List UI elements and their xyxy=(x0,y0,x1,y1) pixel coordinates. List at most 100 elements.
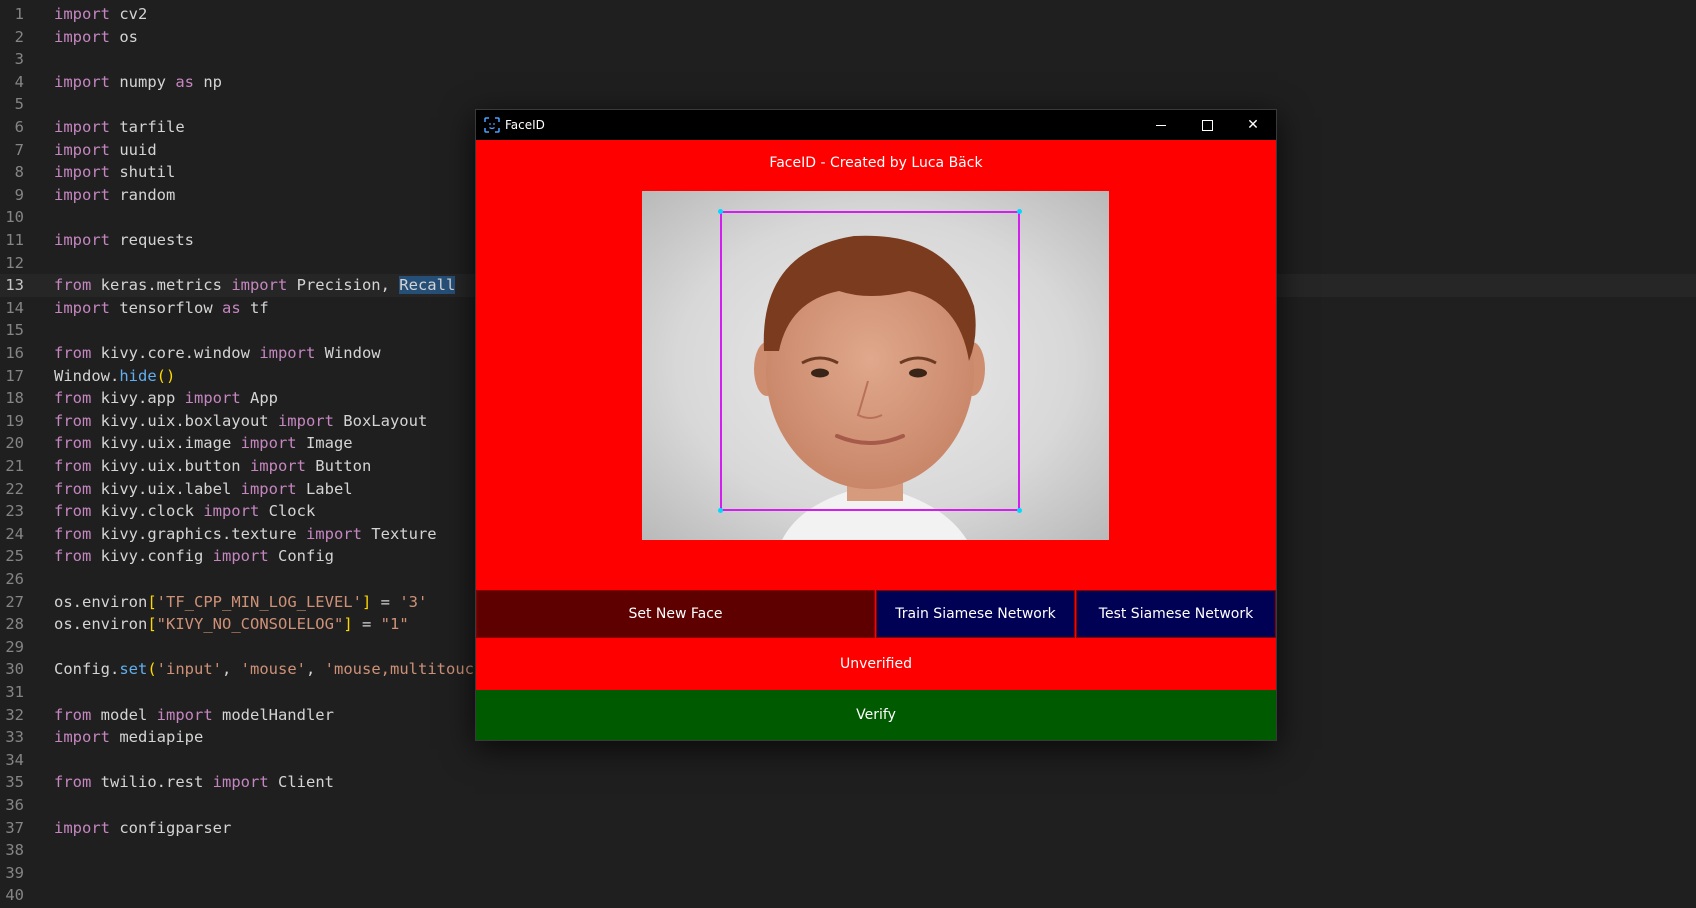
code-token: shutil xyxy=(110,163,176,182)
code-line[interactable]: 37 import configparser xyxy=(0,817,1696,840)
code-line[interactable]: 40 xyxy=(0,884,1696,907)
line-number: 23 xyxy=(5,502,24,521)
code-token: from xyxy=(54,547,92,566)
maximize-button[interactable] xyxy=(1184,110,1230,140)
code-line[interactable]: 34 xyxy=(0,749,1696,772)
line-number: 22 xyxy=(5,479,24,498)
box-corner xyxy=(1017,209,1022,214)
code-token: Recall xyxy=(399,276,456,295)
code-line[interactable]: 4 import numpy as np xyxy=(0,71,1696,94)
code-text: from kivy.core.window import Window xyxy=(54,342,381,365)
code-token: Client xyxy=(268,773,334,792)
box-corner xyxy=(718,508,723,513)
camera-feed xyxy=(642,191,1109,540)
code-text: import random xyxy=(54,184,175,207)
code-token: keras.metrics xyxy=(91,276,232,295)
test-network-button[interactable]: Test Siamese Network xyxy=(1076,590,1276,638)
code-text: from kivy.clock import Clock xyxy=(54,500,315,523)
close-button[interactable]: ✕ xyxy=(1230,110,1276,140)
title-bar[interactable]: FaceID ✕ xyxy=(476,110,1276,140)
code-token: from xyxy=(54,524,92,543)
code-line[interactable]: 39 xyxy=(0,862,1696,885)
code-token: kivy.uix.button xyxy=(91,457,250,475)
code-token: () xyxy=(156,366,176,385)
code-text: import tarfile xyxy=(54,116,185,139)
code-token: from xyxy=(54,479,92,498)
code-token: Config xyxy=(268,547,334,566)
code-token: import xyxy=(54,163,110,182)
line-number: 35 xyxy=(5,773,24,792)
minimize-button[interactable] xyxy=(1138,110,1184,140)
code-token: Config. xyxy=(54,660,120,679)
code-token: kivy.uix.label xyxy=(91,479,241,498)
line-number: 25 xyxy=(5,547,24,566)
line-number: 26 xyxy=(5,570,24,588)
line-number: 14 xyxy=(5,298,24,317)
line-number: 7 xyxy=(14,140,24,159)
line-number: 27 xyxy=(5,592,24,611)
line-number: 36 xyxy=(5,796,24,814)
code-line[interactable]: 38 xyxy=(0,839,1696,862)
code-token: import xyxy=(240,434,297,453)
code-text: import tensorflow as tf xyxy=(54,297,269,320)
code-token: twilio.rest xyxy=(91,773,213,792)
line-number: 40 xyxy=(5,886,24,905)
code-token: import xyxy=(212,547,269,566)
code-text: Config.set('input', 'mouse', 'mouse,mult… xyxy=(54,658,483,681)
code-token: from xyxy=(54,276,92,295)
line-number: 13 xyxy=(5,276,24,295)
train-network-button[interactable]: Train Siamese Network xyxy=(876,590,1075,638)
verification-status-label: Unverified xyxy=(840,656,912,672)
code-token: 'input' xyxy=(156,660,222,679)
code-token: import xyxy=(54,72,110,91)
code-token: kivy.config xyxy=(91,547,213,566)
code-token: kivy.core.window xyxy=(91,344,260,362)
code-line[interactable]: 2 import os xyxy=(0,26,1696,49)
set-new-face-button[interactable]: Set New Face xyxy=(476,590,875,638)
code-token: os.environ xyxy=(54,615,148,634)
code-line[interactable]: 1 import cv2 xyxy=(0,3,1696,26)
code-line[interactable]: 3 xyxy=(0,48,1696,71)
box-corner xyxy=(718,209,723,214)
code-token: Clock xyxy=(259,502,316,521)
code-token: from xyxy=(54,457,92,475)
code-token: 'TF_CPP_MIN_LOG_LEVEL' xyxy=(156,592,362,611)
code-token: uuid xyxy=(110,140,157,159)
code-token: import xyxy=(54,728,110,747)
line-number: 33 xyxy=(5,728,24,747)
line-number: 17 xyxy=(5,366,24,385)
line-number: 38 xyxy=(5,841,24,860)
code-token: import xyxy=(54,185,110,204)
code-text: from kivy.graphics.texture import Textur… xyxy=(54,523,437,546)
code-token: from xyxy=(54,344,92,362)
code-line[interactable]: 35 from twilio.rest import Client xyxy=(0,771,1696,794)
verify-button[interactable]: Verify xyxy=(476,690,1276,740)
code-token: import xyxy=(184,389,241,408)
line-number: 20 xyxy=(5,434,24,453)
code-token: os xyxy=(110,27,138,46)
code-token: import xyxy=(54,140,110,159)
line-number: 9 xyxy=(14,185,24,204)
code-text: os.environ['TF_CPP_MIN_LOG_LEVEL'] = '3' xyxy=(54,591,427,614)
code-line[interactable]: 36 xyxy=(0,794,1696,817)
line-number: 39 xyxy=(5,863,24,882)
minimize-icon xyxy=(1156,124,1166,126)
code-token: os.environ xyxy=(54,592,148,611)
code-token: Window. xyxy=(54,366,120,385)
face-scan-icon xyxy=(484,117,500,133)
code-token: import xyxy=(203,502,260,521)
code-token: import xyxy=(54,5,110,23)
code-token: import xyxy=(54,27,110,46)
code-token: Image xyxy=(296,434,353,453)
code-token: tarfile xyxy=(110,118,185,136)
code-text: Window.hide() xyxy=(54,365,175,388)
line-number: 34 xyxy=(5,750,24,769)
line-number: 11 xyxy=(5,231,24,249)
code-token: tf xyxy=(240,298,269,317)
line-number: 2 xyxy=(14,27,24,46)
code-token: App xyxy=(240,389,278,408)
box-corner xyxy=(1017,508,1022,513)
line-number: 1 xyxy=(14,5,24,23)
code-token: configparser xyxy=(110,818,232,837)
code-text: import cv2 xyxy=(54,3,147,26)
